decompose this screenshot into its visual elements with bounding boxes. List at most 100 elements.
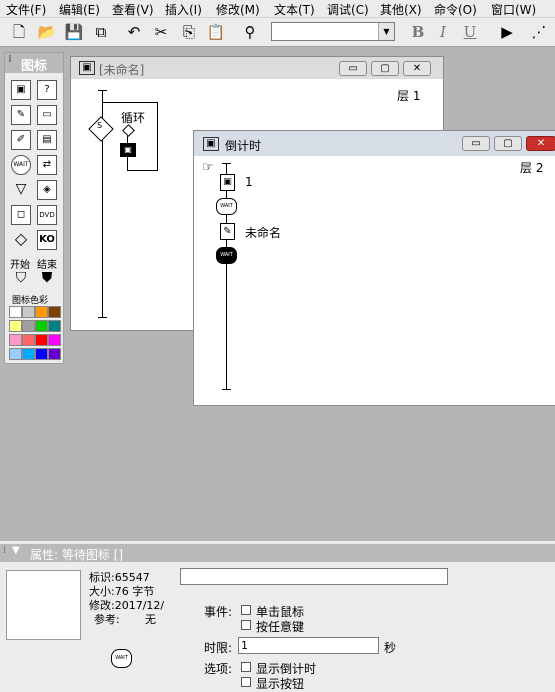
color-swatch[interactable] xyxy=(22,306,35,318)
start-flag-icon[interactable]: ⛉ xyxy=(11,269,31,289)
paste-icon[interactable]: 📋 xyxy=(206,22,226,42)
undo-icon[interactable]: ↶ xyxy=(124,22,144,42)
options-label: 选项: xyxy=(204,662,233,676)
map-icon-countdown[interactable]: ▣ xyxy=(120,143,136,157)
main-window-title-bar[interactable]: ▣ [未命名] ▭ ▢ ✕ xyxy=(71,57,443,79)
wait-icon[interactable]: WAIT xyxy=(11,155,31,175)
color-swatch[interactable] xyxy=(9,348,22,360)
close-button[interactable]: ✕ xyxy=(403,61,431,76)
maximize-button[interactable]: ▢ xyxy=(371,61,399,76)
any-key-checkbox[interactable] xyxy=(241,620,251,630)
branch-marker xyxy=(122,124,135,137)
erase-icon[interactable]: ✎ xyxy=(11,105,31,125)
minimize-button[interactable]: ▭ xyxy=(339,61,367,76)
color-swatch[interactable] xyxy=(9,306,22,318)
menu-edit[interactable]: 编辑(E) xyxy=(59,1,100,18)
icon-name-field[interactable] xyxy=(180,568,448,585)
collapse-arrow-icon[interactable]: ▼ xyxy=(12,545,20,556)
countdown-window: ▣ 倒计时 ▭ ▢ ✕ 层 2 ☞ ▣ 1 WAIT ✎ 未命名 WAIT xyxy=(193,130,555,406)
save-all-icon[interactable]: 💾 xyxy=(64,22,84,42)
menubar: 文件(F) 编辑(E) 查看(V) 插入(I) 修改(M) 文本(T) 调试(C… xyxy=(0,0,555,18)
display-icon[interactable]: ▣ xyxy=(11,80,31,100)
find-icon[interactable]: ⚲ xyxy=(240,22,260,42)
map-icon[interactable]: ◻ xyxy=(11,205,31,225)
minimize-button[interactable]: ▭ xyxy=(462,136,490,151)
knowledge-object-icon[interactable]: KO xyxy=(37,230,57,250)
color-swatch[interactable] xyxy=(48,306,61,318)
color-swatch[interactable] xyxy=(48,320,61,332)
chevron-down-icon[interactable]: ▼ xyxy=(378,23,394,40)
properties-header[interactable]: ⁞ ▼ 属性: 等待图标 [] xyxy=(0,544,555,562)
menu-insert[interactable]: 插入(I) xyxy=(165,1,202,18)
maximize-button[interactable]: ▢ xyxy=(494,136,522,151)
menu-modify[interactable]: 修改(M) xyxy=(216,1,260,18)
color-swatch[interactable] xyxy=(35,348,48,360)
menu-file[interactable]: 文件(F) xyxy=(6,1,46,18)
flowline-top-cap xyxy=(222,163,231,164)
color-swatch[interactable] xyxy=(22,320,35,332)
icon-palette: ⁞ 图标 ▣ ? ✎ ▭ ✐ ▤ WAIT ⇄ ▽ ◈ ◻ DVD ◇ KO 开… xyxy=(4,52,64,364)
menu-window[interactable]: 窗口(W) xyxy=(491,1,536,18)
display-icon-label: 1 xyxy=(245,175,253,189)
menu-debug[interactable]: 调试(C) xyxy=(327,1,369,18)
reference-value: 无 xyxy=(145,613,156,626)
time-limit-field[interactable]: 1 xyxy=(238,637,379,654)
show-button-checkbox[interactable] xyxy=(241,677,251,687)
decision-icon[interactable]: ⇄ xyxy=(37,155,57,175)
interaction-icon[interactable]: ▽ xyxy=(11,180,31,200)
color-swatch[interactable] xyxy=(22,334,35,346)
color-swatch[interactable] xyxy=(35,306,48,318)
color-swatch[interactable] xyxy=(22,348,35,360)
flowline-bottom-cap xyxy=(98,317,107,318)
mouse-click-checkbox[interactable] xyxy=(241,605,251,615)
control-panel-icon[interactable]: ⋰ xyxy=(529,22,549,42)
navigate-icon[interactable]: ✐ xyxy=(11,130,31,150)
bold-button[interactable]: B xyxy=(408,22,428,42)
digital-movie-icon[interactable]: DVD xyxy=(37,205,57,225)
time-unit-label: 秒 xyxy=(384,641,397,655)
countdown-window-title: 倒计时 xyxy=(225,139,262,153)
menu-other[interactable]: 其他(X) xyxy=(380,1,422,18)
import-icon[interactable]: ⧉ xyxy=(91,22,111,42)
copy-icon[interactable]: ⎘ xyxy=(179,22,199,42)
italic-button[interactable]: I xyxy=(433,22,453,42)
paste-hand-icon[interactable]: ☞ xyxy=(202,160,214,175)
color-swatch[interactable] xyxy=(9,320,22,332)
font-combo[interactable]: ▼ xyxy=(271,22,395,41)
run-icon[interactable]: ▶ xyxy=(497,22,517,42)
show-countdown-checkbox[interactable] xyxy=(241,662,251,672)
underline-button[interactable]: U xyxy=(460,22,480,42)
calculation-icon[interactable]: ◈ xyxy=(37,180,57,200)
palette-title-bar[interactable]: ⁞ 图标 xyxy=(5,53,63,74)
cut-icon[interactable]: ✂ xyxy=(151,22,171,42)
wait-icon-selected[interactable]: WAIT xyxy=(216,247,237,264)
wait-icon-small[interactable]: ▭ xyxy=(37,105,57,125)
menu-text[interactable]: 文本(T) xyxy=(274,1,315,18)
loop-bottom-line xyxy=(127,170,158,171)
wait-icon[interactable]: WAIT xyxy=(216,198,237,215)
motion-icon[interactable]: ? xyxy=(37,80,57,100)
end-flag-icon[interactable]: ⛊ xyxy=(37,269,57,289)
display-icon[interactable]: ▣ xyxy=(220,174,235,191)
color-swatch[interactable] xyxy=(35,320,48,332)
color-swatch[interactable] xyxy=(48,348,61,360)
grip-icon[interactable]: ⁞ xyxy=(3,545,6,556)
framework-icon[interactable]: ▤ xyxy=(37,130,57,150)
grip-icon[interactable]: ⁞ xyxy=(8,54,12,65)
erase-icon[interactable]: ✎ xyxy=(220,223,235,240)
icon-color-label: 图标色彩 xyxy=(12,296,49,306)
diamond-icon[interactable]: ◇ xyxy=(11,230,31,250)
close-button[interactable]: ✕ xyxy=(526,136,555,151)
menu-view[interactable]: 查看(V) xyxy=(112,1,154,18)
color-swatch[interactable] xyxy=(35,334,48,346)
menu-command[interactable]: 命令(O) xyxy=(434,1,477,18)
main-window-title: [未命名] xyxy=(99,63,145,77)
open-folder-icon[interactable]: 📂 xyxy=(37,22,57,42)
color-swatch[interactable] xyxy=(9,334,22,346)
countdown-window-title-bar[interactable]: ▣ 倒计时 ▭ ▢ ✕ xyxy=(194,131,555,156)
new-file-icon[interactable]: 🗋 xyxy=(9,22,29,42)
color-swatch[interactable] xyxy=(48,334,61,346)
wait-icon[interactable]: WAIT xyxy=(111,649,132,668)
flowline-window-icon: ▣ xyxy=(79,61,95,75)
level-label: 层 2 xyxy=(520,161,544,175)
